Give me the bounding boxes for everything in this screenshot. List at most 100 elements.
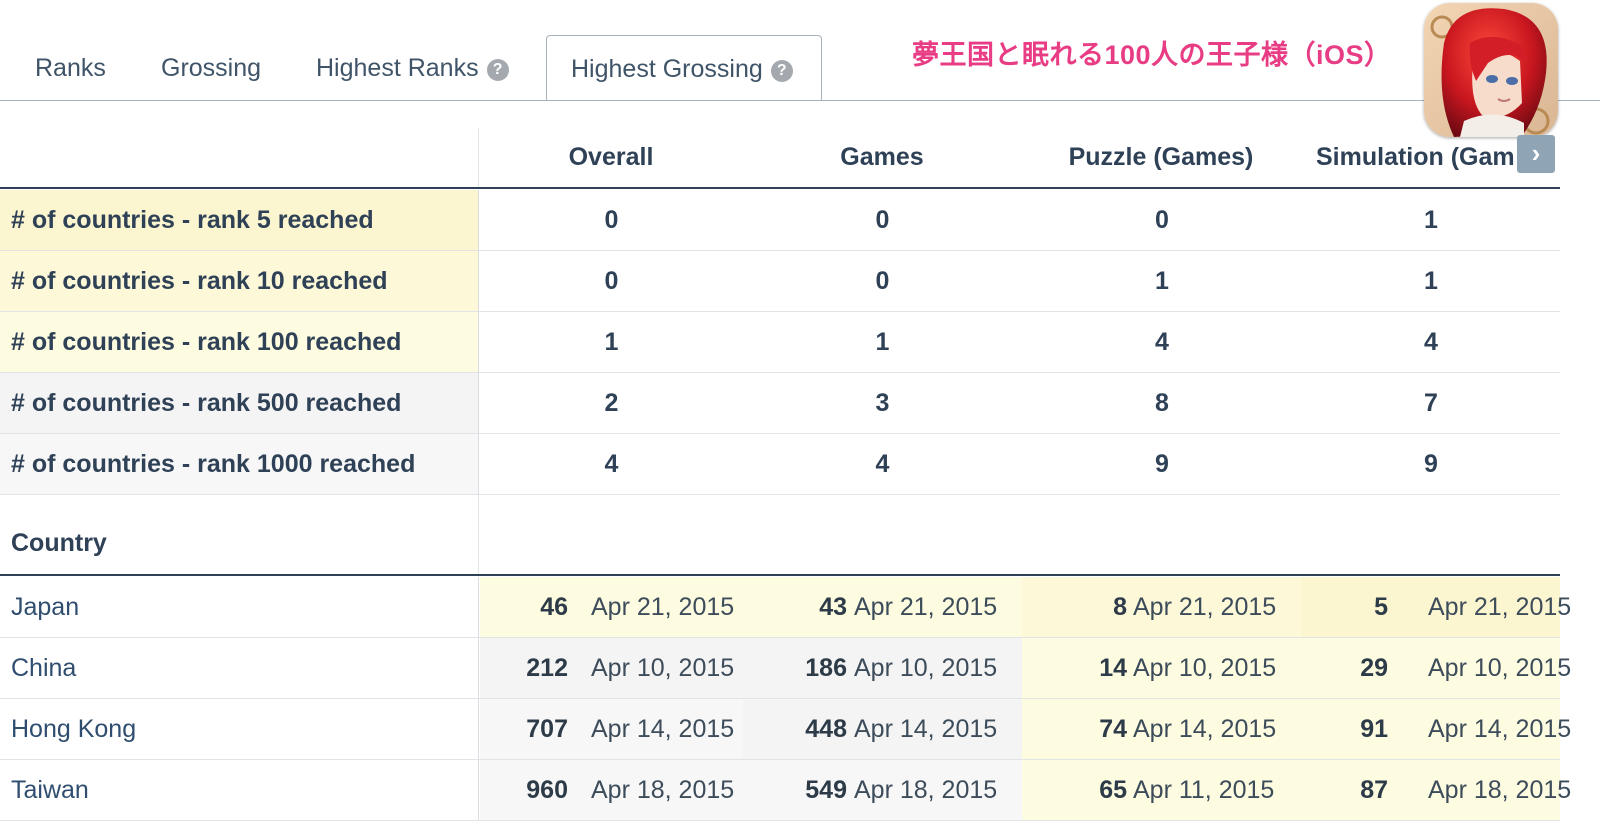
country-name[interactable]: China xyxy=(0,638,479,698)
rank-date: Apr 18, 2015 xyxy=(1428,775,1572,804)
highest-rank: 46 xyxy=(540,592,568,621)
tab-label: Highest Ranks xyxy=(316,54,479,82)
summary-row-label: # of countries - rank 10 reached xyxy=(0,251,479,311)
highest-rank: 186 xyxy=(805,653,847,682)
summary-value: 3 xyxy=(875,388,890,417)
highest-rank: 8 xyxy=(1113,592,1127,621)
help-icon[interactable]: ? xyxy=(486,59,509,81)
rank-date: Apr 14, 2015 xyxy=(591,714,735,743)
chevron-right-icon: › xyxy=(1531,138,1541,168)
summary-row-label: # of countries - rank 1000 reached xyxy=(0,434,479,494)
summary-value: 4 xyxy=(1424,327,1438,356)
rank-date: Apr 21, 2015 xyxy=(591,592,735,621)
summary-value: 0 xyxy=(875,266,890,295)
help-icon[interactable]: ? xyxy=(770,60,793,82)
tab-label: Ranks xyxy=(35,54,106,82)
summary-row: # of countries - rank 1000 reached 4 4 9 9 xyxy=(0,434,1560,495)
header-empty-cell xyxy=(0,128,479,187)
highest-rank: 74 xyxy=(1099,714,1127,743)
summary-value: 1 xyxy=(1155,266,1169,295)
country-name[interactable]: Hong Kong xyxy=(0,699,479,759)
rank-cell: 91 Apr 14, 2015 xyxy=(1302,699,1571,759)
summary-row: # of countries - rank 100 reached 1 1 4 4 xyxy=(0,312,1560,373)
highest-rank: 5 xyxy=(1374,592,1388,621)
tab-highest-ranks[interactable]: Highest Ranks? xyxy=(316,0,509,100)
summary-value: 4 xyxy=(1155,327,1169,356)
tab-ranks[interactable]: Ranks xyxy=(35,0,106,100)
highest-rank: 707 xyxy=(526,714,568,743)
highest-rank: 448 xyxy=(805,714,847,743)
rank-date: Apr 18, 2015 xyxy=(591,775,735,804)
country-row[interactable]: Hong Kong 707 Apr 14, 2015 448 Apr 14, 2015 7… xyxy=(0,699,1571,760)
rank-cell: 549 Apr 18, 2015 xyxy=(743,760,1022,820)
rank-cell: 65 Apr 11, 2015 xyxy=(1022,760,1302,820)
highest-rank: 87 xyxy=(1360,775,1388,804)
summary-value: 9 xyxy=(1424,449,1438,478)
country-name[interactable]: Taiwan xyxy=(0,760,479,820)
rank-date: Apr 14, 2015 xyxy=(1428,714,1572,743)
rank-date: Apr 14, 2015 xyxy=(1133,714,1277,743)
highest-rank: 29 xyxy=(1360,653,1388,682)
rank-cell: 8 Apr 21, 2015 xyxy=(1022,577,1302,637)
rank-cell: 448 Apr 14, 2015 xyxy=(743,699,1022,759)
country-header-row: Country xyxy=(0,495,1560,576)
summary-value: 0 xyxy=(604,266,619,295)
highest-rank: 91 xyxy=(1360,714,1388,743)
tab-grossing[interactable]: Grossing xyxy=(161,0,261,100)
country-column-header[interactable]: Country xyxy=(0,495,479,574)
rank-date: Apr 10, 2015 xyxy=(1428,653,1572,682)
app-icon[interactable] xyxy=(1424,3,1558,137)
tab-label: Highest Grossing xyxy=(571,55,763,83)
rank-cell: 87 Apr 18, 2015 xyxy=(1302,760,1571,820)
next-columns-button[interactable]: › xyxy=(1517,135,1555,173)
table-header-row: Overall Games Puzzle (Games) Simulation … xyxy=(0,128,1560,189)
highest-rank: 212 xyxy=(526,653,568,682)
rank-cell: 43 Apr 21, 2015 xyxy=(743,577,1022,637)
rank-date: Apr 18, 2015 xyxy=(854,775,998,804)
rank-cell: 29 Apr 10, 2015 xyxy=(1302,638,1571,698)
country-name[interactable]: Japan xyxy=(0,577,479,637)
summary-value: 1 xyxy=(875,327,890,356)
highest-rank: 65 xyxy=(1099,775,1127,804)
summary-row-label: # of countries - rank 100 reached xyxy=(0,312,479,372)
rank-date: Apr 21, 2015 xyxy=(1428,592,1572,621)
app-title: 夢王国と眠れる100人の王子様（iOS） xyxy=(912,40,1392,70)
tab-label: Grossing xyxy=(161,54,262,82)
summary-value: 1 xyxy=(1424,266,1438,295)
summary-value: 0 xyxy=(875,205,890,234)
rank-date: Apr 14, 2015 xyxy=(854,714,998,743)
country-row[interactable]: China 212 Apr 10, 2015 186 Apr 10, 2015 14 Apr… xyxy=(0,638,1571,699)
app-icon-artwork xyxy=(1424,3,1558,137)
rank-cell: 74 Apr 14, 2015 xyxy=(1022,699,1302,759)
summary-value: 8 xyxy=(1155,388,1169,417)
tab-highest-grossing[interactable]: Highest Grossing? xyxy=(546,35,822,101)
summary-value: 4 xyxy=(604,449,619,478)
column-header-overall[interactable]: Overall xyxy=(480,143,742,172)
column-header-games[interactable]: Games xyxy=(743,143,1021,172)
rank-date: Apr 11, 2015 xyxy=(1133,775,1275,804)
rank-date: Apr 10, 2015 xyxy=(591,653,735,682)
country-row[interactable]: Taiwan 960 Apr 18, 2015 549 Apr 18, 2015 65 Ap… xyxy=(0,760,1571,821)
summary-value: 7 xyxy=(1424,388,1438,417)
rank-cell: 960 Apr 18, 2015 xyxy=(480,760,743,820)
highest-rank: 14 xyxy=(1099,653,1127,682)
rank-cell: 212 Apr 10, 2015 xyxy=(480,638,743,698)
rank-date: Apr 21, 2015 xyxy=(854,592,998,621)
rank-date: Apr 21, 2015 xyxy=(1133,592,1277,621)
summary-value: 9 xyxy=(1155,449,1169,478)
summary-value: 0 xyxy=(604,205,619,234)
summary-row-label: # of countries - rank 500 reached xyxy=(0,373,479,433)
summary-value: 1 xyxy=(1424,205,1438,234)
rank-cell: 186 Apr 10, 2015 xyxy=(743,638,1022,698)
highest-rank: 960 xyxy=(526,775,568,804)
column-header-puzzle[interactable]: Puzzle (Games) xyxy=(1022,143,1300,172)
summary-value: 4 xyxy=(875,449,890,478)
rank-date: Apr 10, 2015 xyxy=(854,653,998,682)
rank-cell: 46 Apr 21, 2015 xyxy=(480,577,743,637)
summary-row: # of countries - rank 500 reached 2 3 8 7 xyxy=(0,373,1560,434)
summary-row-label: # of countries - rank 5 reached xyxy=(0,190,479,250)
tab-divider xyxy=(0,100,1600,101)
rank-cell: 5 Apr 21, 2015 xyxy=(1302,577,1571,637)
country-row[interactable]: Japan 46 Apr 21, 2015 43 Apr 21, 2015 8 Apr 21… xyxy=(0,577,1571,638)
summary-row: # of countries - rank 5 reached 0 0 0 1 xyxy=(0,190,1560,251)
